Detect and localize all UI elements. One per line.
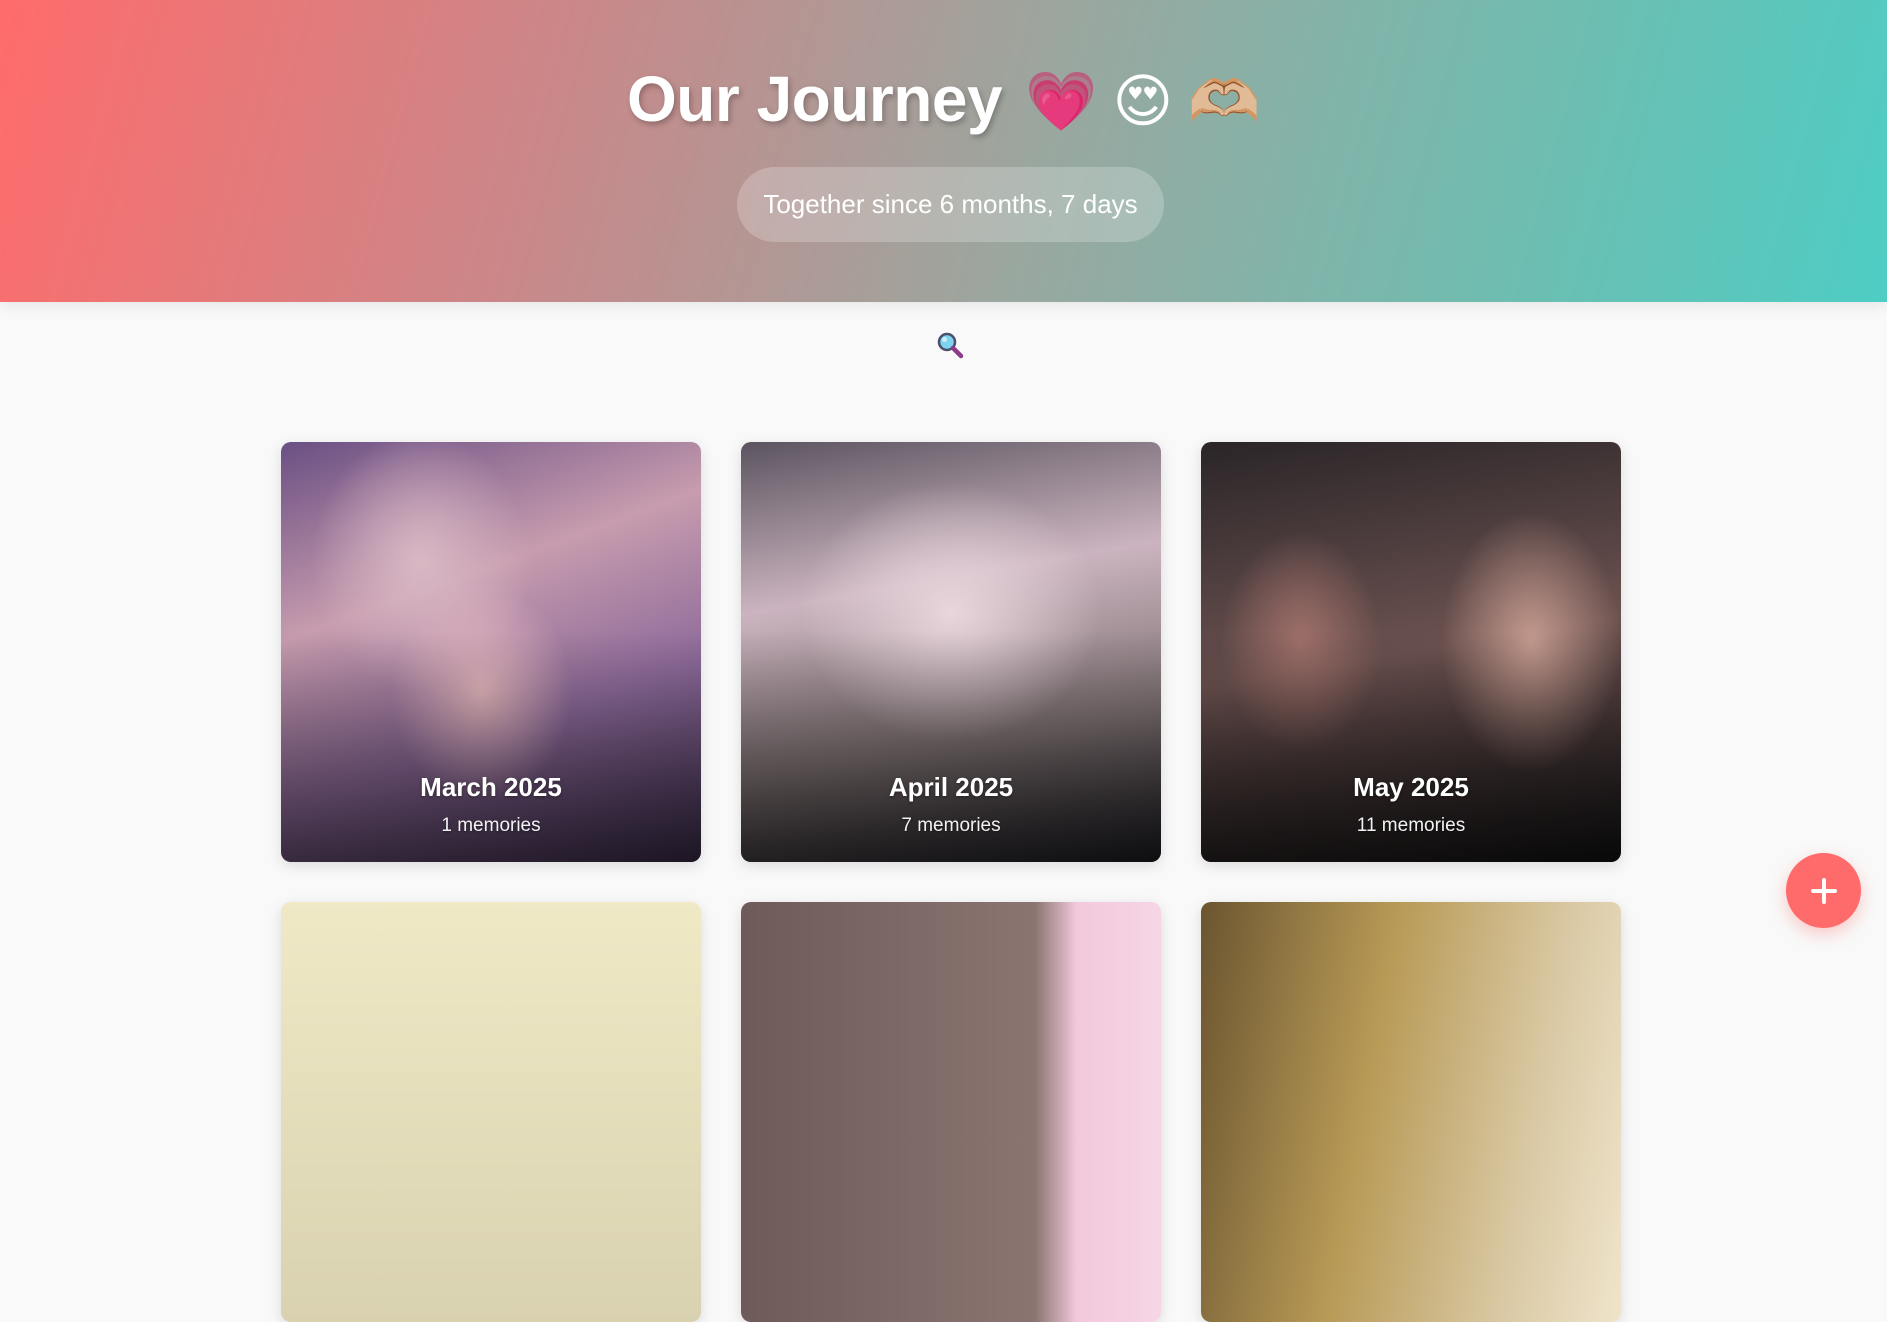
month-cover-photo — [1201, 902, 1621, 1322]
month-card[interactable] — [281, 902, 701, 1322]
search-button[interactable] — [934, 329, 966, 361]
month-label: March 2025 — [420, 772, 562, 802]
memory-count: 1 memories — [441, 815, 541, 836]
search-icon — [937, 332, 964, 359]
heart-emoji-icon: 💗 😍 🫶🏼 — [1025, 69, 1260, 134]
month-label: May 2025 — [1353, 772, 1469, 802]
month-card[interactable] — [1201, 902, 1621, 1322]
memory-count: 7 memories — [901, 815, 1001, 836]
together-since-badge: Together since 6 months, 7 days — [737, 167, 1164, 242]
month-cover-photo — [281, 902, 701, 1322]
memory-count: 11 memories — [1356, 815, 1466, 836]
month-card-march-2025[interactable]: March 2025 1 memories — [281, 442, 701, 862]
plus-icon — [1810, 877, 1837, 904]
month-cover-photo — [741, 902, 1161, 1322]
month-label: April 2025 — [888, 772, 1014, 802]
month-card[interactable] — [741, 902, 1161, 1322]
month-card-may-2025[interactable]: May 2025 11 memories — [1201, 442, 1621, 862]
hero-header: Our Journey 💗 😍 🫶🏼 Together since 6 mont… — [0, 0, 1887, 302]
add-memory-button[interactable] — [1786, 853, 1861, 928]
month-card-april-2025[interactable]: April 2025 7 memories — [741, 442, 1161, 862]
page-title-text: Our Journey — [627, 63, 1003, 135]
page-title: Our Journey 💗 😍 🫶🏼 — [0, 62, 1887, 136]
